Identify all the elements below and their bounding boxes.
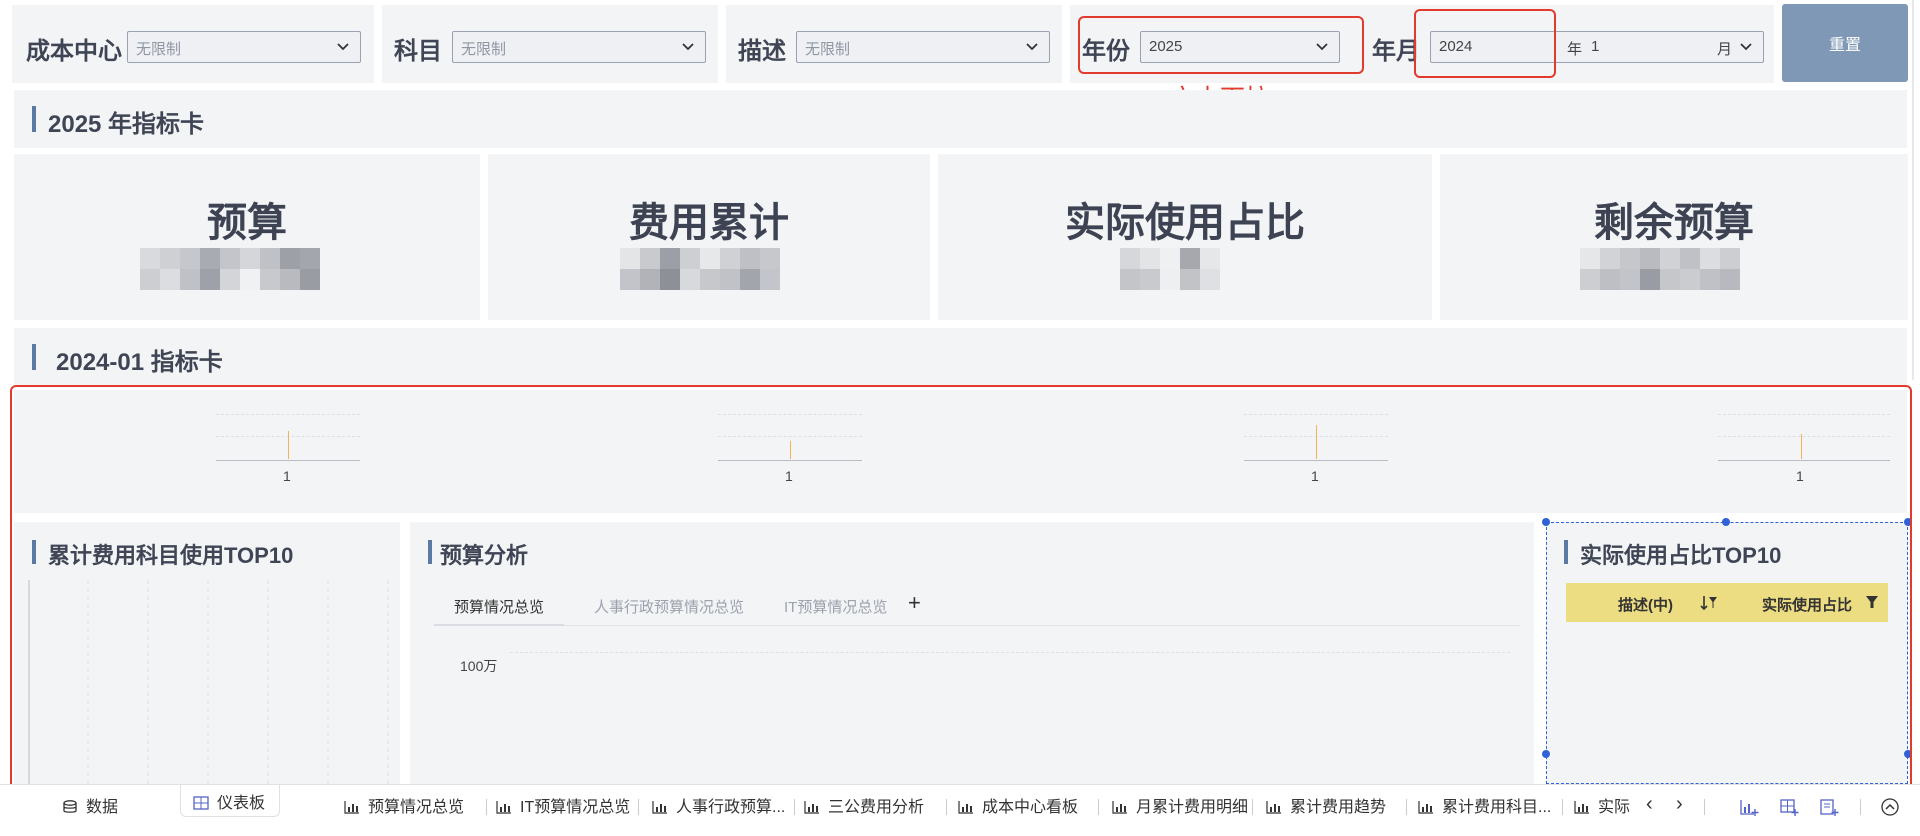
chevron-down-icon [337, 43, 349, 51]
sheet-tab-bar: 数据 仪表板 预算情况总览 IT预算情况总览 人事行政预算... 三公费用分析 … [0, 784, 1920, 836]
sheet-tab-hr-admin-budget[interactable]: 人事行政预算... [652, 793, 785, 825]
tab-separator [638, 799, 639, 815]
sheet-tab-dashboard[interactable]: 仪表板 [180, 785, 281, 817]
chevron-down-icon [1740, 43, 1752, 51]
kpi-card-remaining-budget: 剩余预算 [1440, 154, 1908, 320]
bar-chart-icon [804, 801, 819, 814]
sheet-tab-label: 实际 [1598, 799, 1630, 816]
tab-separator [794, 799, 795, 815]
blurred-value [620, 248, 800, 290]
sheet-tab-data[interactable]: 数据 [62, 793, 118, 825]
sheet-tab-monthly-cost-detail[interactable]: 月累计费用明细 [1112, 793, 1248, 825]
select-value: 无限制 [136, 41, 182, 58]
sheet-tab-cost-center-board[interactable]: 成本中心看板 [958, 793, 1078, 825]
tab-separator [1562, 799, 1563, 815]
dashboard-icon [193, 796, 209, 810]
chevron-down-icon [682, 43, 694, 51]
filter-label: 成本中心 [26, 38, 122, 65]
sheet-tab-label: 三公费用分析 [828, 799, 925, 816]
kpi-title: 剩余预算 [1594, 201, 1754, 245]
blurred-value [1580, 248, 1760, 290]
annotation-box-year-month [1414, 9, 1556, 78]
year-unit: 年 [1567, 41, 1583, 58]
add-chart-icon[interactable] [1740, 799, 1760, 817]
kpi-title: 费用累计 [629, 201, 789, 245]
section-title: 2024-01 指标卡 [32, 342, 223, 377]
sheet-tab-it-budget[interactable]: IT预算情况总览 [496, 793, 630, 825]
blurred-value [140, 248, 340, 290]
tab-separator [1704, 799, 1705, 815]
bar-chart-icon [344, 801, 359, 814]
sheet-tab-label: 预算情况总览 [368, 799, 465, 816]
filter-label: 科目 [394, 38, 442, 65]
filter-label: 年月 [1372, 38, 1420, 65]
bar-chart-icon [1574, 801, 1589, 814]
bar-chart-icon [958, 801, 973, 814]
tab-separator [1406, 799, 1407, 815]
sheet-tab-label: 人事行政预算... [676, 799, 786, 816]
section-title: 2025 年指标卡 [32, 104, 204, 139]
cost-center-select[interactable]: 无限制 [127, 31, 361, 63]
blurred-value [1120, 248, 1242, 290]
bar-chart-icon [1266, 801, 1281, 814]
sheet-tab-budget-overview[interactable]: 预算情况总览 [344, 793, 464, 825]
sheet-tab-label: 累计费用趋势 [1290, 799, 1387, 816]
year-month-month-value: 1 [1591, 38, 1600, 55]
bar-chart-icon [1112, 801, 1127, 814]
filter-description: 描述 无限制 [726, 5, 1062, 83]
month-unit: 月 [1717, 41, 1733, 58]
annotation-box-year [1078, 16, 1364, 74]
tab-separator [1098, 799, 1099, 815]
description-select[interactable]: 无限制 [796, 31, 1050, 63]
sheet-tab-three-public-expenses[interactable]: 三公费用分析 [804, 793, 924, 825]
kpi-card-budget: 预算 [14, 154, 480, 320]
sheet-tab-label: IT预算情况总览 [520, 799, 631, 816]
scrollbar[interactable] [1912, 0, 1914, 380]
sheet-tab-cost-trend[interactable]: 累计费用趋势 [1266, 793, 1386, 825]
select-value: 无限制 [805, 41, 851, 58]
subject-select[interactable]: 无限制 [452, 31, 706, 63]
kpi-card-usage-ratio: 实际使用占比 [938, 154, 1432, 320]
section-header-month: 2024-01 指标卡 [14, 328, 1907, 386]
filter-subject: 科目 无限制 [382, 5, 718, 83]
select-value: 无限制 [461, 41, 507, 58]
section-header-year: 2025 年指标卡 [14, 90, 1907, 148]
sheet-tab-label: 累计费用科目... [1442, 799, 1552, 816]
dashboard-canvas: 成本中心 无限制 科目 无限制 描述 无限制 年份 2025 年月 2024 年… [0, 0, 1920, 836]
filter-cost-center: 成本中心 无限制 [12, 5, 374, 83]
tab-separator [1860, 799, 1861, 815]
add-report-icon[interactable] [1820, 799, 1840, 817]
chevron-right-icon[interactable]: › [1676, 793, 1683, 816]
sheet-tab-cost-subject[interactable]: 累计费用科目... [1418, 793, 1551, 825]
filter-label: 描述 [738, 38, 786, 65]
bar-chart-icon [652, 801, 667, 814]
sheet-tab-label: 数据 [86, 799, 119, 816]
kpi-title: 预算 [207, 201, 287, 245]
collapse-up-icon[interactable] [1880, 797, 1900, 817]
kpi-card-cost-accumulated: 费用累计 [488, 154, 930, 320]
kpi-title: 实际使用占比 [1065, 201, 1305, 245]
sheet-tab-label: 成本中心看板 [982, 799, 1079, 816]
add-dashboard-icon[interactable] [1780, 799, 1800, 817]
bar-chart-icon [1418, 801, 1433, 814]
tab-separator [486, 799, 487, 815]
tab-separator [1252, 799, 1253, 815]
sheet-tab-label: 月累计费用明细 [1136, 799, 1249, 816]
tab-separator [946, 799, 947, 815]
sheet-tab-label: 仪表板 [217, 795, 266, 812]
chevron-down-icon [1026, 43, 1038, 51]
chevron-left-icon[interactable]: ‹ [1646, 793, 1653, 816]
bar-chart-icon [496, 801, 511, 814]
reset-button[interactable]: 重置 [1782, 4, 1908, 82]
sheet-tab-actual[interactable]: 实际 [1574, 793, 1630, 825]
database-icon [63, 800, 77, 813]
annotation-box-region [10, 385, 1912, 791]
